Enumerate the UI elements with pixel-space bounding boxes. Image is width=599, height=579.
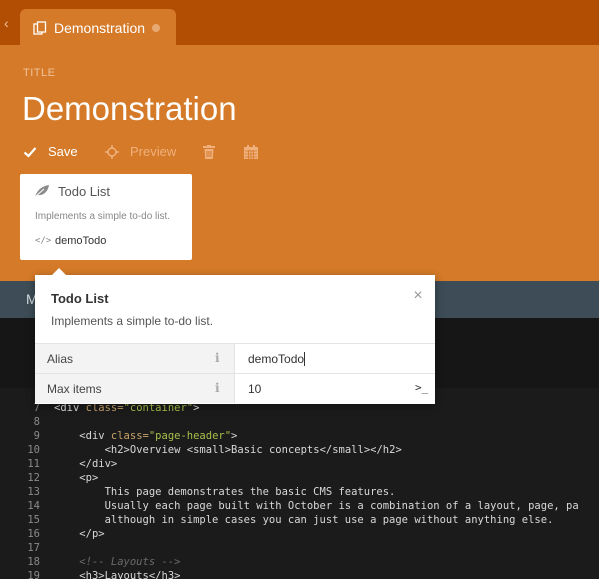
- code-text: although in simple cases you can just us…: [54, 514, 554, 526]
- unsaved-dot-icon: [152, 24, 160, 32]
- tab-bar: ‹ Demonstration: [0, 0, 599, 45]
- line-number: 14: [27, 500, 40, 512]
- property-name-cell: Alias i: [35, 344, 235, 373]
- component-card[interactable]: Todo List Implements a simple to-do list…: [20, 174, 192, 260]
- code-line: 14 Usually each page built with October …: [0, 499, 578, 513]
- trash-icon: [203, 145, 215, 159]
- schedule-button[interactable]: [244, 142, 260, 162]
- code-lines: 7 <div class="container"> 8 9 <div class="p…: [0, 401, 578, 579]
- code-line: 13 This page demonstrates the basic CMS …: [0, 485, 395, 499]
- code-line: 18 <!-- Layouts -->: [0, 555, 180, 569]
- text-cursor: [304, 352, 305, 366]
- preview-button[interactable]: Preview: [105, 142, 185, 162]
- line-number: 13: [27, 486, 40, 498]
- code-line: 15 although in simple cases you can just…: [0, 513, 553, 527]
- property-row-alias: Alias i: [35, 343, 435, 373]
- code-line: 11 </div>: [0, 457, 117, 471]
- preview-label: Preview: [130, 144, 177, 159]
- property-value-cell: [236, 344, 435, 373]
- component-description: Implements a simple to-do list.: [35, 211, 171, 222]
- property-table: Alias i Max items i >_: [35, 343, 435, 403]
- code-text: </div>: [79, 458, 118, 470]
- line-number: 12: [27, 472, 40, 484]
- code-text: <div class="page-header">: [79, 430, 238, 442]
- code-icon: </>: [35, 236, 52, 246]
- line-number: 7: [33, 402, 40, 414]
- code-text: <h2>Overview <small>Basic concepts</smal…: [104, 444, 402, 456]
- component-alias: demoTodo: [55, 235, 107, 247]
- code-text: <h3>Layouts</h3>: [79, 570, 181, 579]
- tab-demonstration[interactable]: Demonstration: [20, 9, 176, 45]
- code-text: <!-- Layouts -->: [54, 556, 181, 568]
- property-name-cell: Max items i: [35, 374, 235, 403]
- line-number: 17: [27, 542, 40, 554]
- crosshair-icon: [105, 145, 119, 159]
- inspector-description: Implements a simple to-do list.: [51, 314, 214, 328]
- back-chevron-icon[interactable]: ‹: [4, 14, 18, 32]
- line-number: 11: [27, 458, 40, 470]
- code-line: 19 <h3>Layouts</h3>: [0, 569, 180, 579]
- code-line: 12 <p>: [0, 471, 98, 485]
- line-number: 10: [27, 444, 40, 456]
- line-number: 16: [27, 528, 40, 540]
- pages-icon: [33, 21, 47, 35]
- terminal-icon[interactable]: >_: [415, 381, 428, 394]
- property-value-cell: >_: [236, 374, 435, 403]
- tab-label: Demonstration: [54, 20, 146, 36]
- code-line: 16 </p>: [0, 527, 104, 541]
- page-title-input[interactable]: Demonstration: [22, 90, 237, 128]
- component-name: Todo List: [58, 184, 111, 199]
- line-number: 18: [27, 556, 40, 568]
- max-items-input[interactable]: [236, 374, 435, 403]
- code-line: 8: [0, 415, 40, 429]
- calendar-icon: [244, 145, 258, 159]
- code-text: </p>: [79, 528, 105, 540]
- save-label: Save: [48, 144, 78, 159]
- inspector-title: Todo List: [51, 291, 109, 306]
- inspector-popover: Todo List Implements a simple to-do list…: [35, 268, 435, 404]
- alias-input[interactable]: [236, 344, 435, 373]
- line-number: 15: [27, 514, 40, 526]
- code-text: This page demonstrates the basic CMS fea…: [54, 486, 396, 498]
- close-icon[interactable]: ×: [411, 288, 425, 304]
- delete-button[interactable]: [203, 142, 217, 162]
- info-icon[interactable]: i: [215, 351, 220, 365]
- property-label: Max items: [47, 382, 102, 396]
- check-icon: [23, 147, 37, 158]
- property-row-max-items: Max items i >_: [35, 373, 435, 403]
- code-text: Usually each page built with October is …: [54, 500, 579, 512]
- line-number: 8: [33, 416, 40, 428]
- title-field-label: TITLE: [23, 67, 56, 79]
- property-label: Alias: [47, 352, 74, 366]
- code-line: 9 <div class="page-header">: [0, 429, 238, 443]
- line-number: 9: [33, 430, 40, 442]
- code-line: 17: [0, 541, 40, 555]
- save-button[interactable]: Save: [23, 142, 83, 162]
- popover-arrow: [52, 268, 66, 275]
- code-text: <p>: [79, 472, 99, 484]
- line-number: 19: [27, 570, 40, 579]
- code-line: 10 <h2>Overview <small>Basic concepts</s…: [0, 443, 401, 457]
- code-line: 7 <div class="container">: [0, 401, 200, 415]
- leaf-icon: [34, 185, 49, 198]
- info-icon[interactable]: i: [215, 381, 220, 395]
